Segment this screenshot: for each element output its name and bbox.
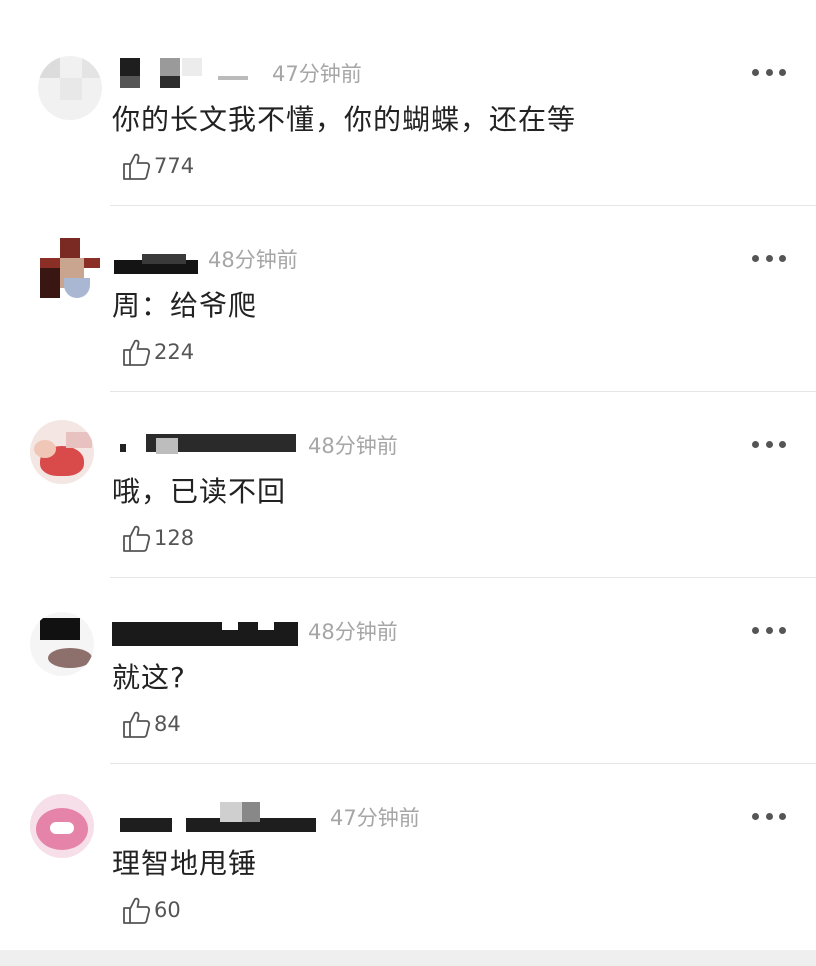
comment-time: 48分钟前 <box>208 248 298 272</box>
more-dots-icon[interactable] <box>752 248 786 268</box>
comment-time: 47分钟前 <box>272 62 362 86</box>
comment-text: 就这? <box>112 661 186 694</box>
comment-item: 47分钟前 理智地甩锤 60 <box>0 764 816 950</box>
avatar[interactable] <box>30 794 94 858</box>
more-dots-icon[interactable] <box>752 620 786 640</box>
thumbs-up-icon <box>123 525 151 552</box>
like-count: 128 <box>154 526 195 550</box>
username-redacted[interactable] <box>112 802 330 832</box>
comment-meta: 48分钟前 <box>112 428 398 462</box>
comment-meta: 47分钟前 <box>112 56 362 90</box>
thumbs-up-icon <box>123 339 151 366</box>
avatar[interactable] <box>30 612 94 676</box>
comment-item: 47分钟前 你的长文我不懂，你的蝴蝶，还在等 774 <box>0 20 816 206</box>
bottom-bar <box>0 950 816 966</box>
like-button[interactable]: 84 <box>120 708 181 740</box>
comment-text: 哦，已读不回 <box>112 475 287 508</box>
like-button[interactable]: 128 <box>120 522 194 554</box>
more-dots-icon[interactable] <box>752 434 786 454</box>
comment-time: 48分钟前 <box>308 434 398 458</box>
like-button[interactable]: 60 <box>120 894 181 926</box>
comment-meta: 48分钟前 <box>112 614 398 648</box>
comment-meta: 47分钟前 <box>112 800 420 834</box>
like-button[interactable]: 224 <box>120 336 194 368</box>
like-count: 224 <box>154 340 195 364</box>
avatar[interactable] <box>30 420 94 484</box>
thumbs-up-icon <box>123 711 151 738</box>
comment-item: 48分钟前 就这? 84 <box>0 578 816 764</box>
comment-text: 周：给爷爬 <box>112 289 258 322</box>
comment-text: 你的长文我不懂，你的蝴蝶，还在等 <box>112 103 577 136</box>
username-redacted[interactable] <box>112 430 308 460</box>
like-count: 774 <box>154 154 195 178</box>
thumbs-up-icon <box>123 153 151 180</box>
comment-time: 47分钟前 <box>330 806 420 830</box>
username-redacted[interactable] <box>112 244 208 274</box>
avatar[interactable] <box>40 238 104 302</box>
like-count: 60 <box>154 898 181 922</box>
comment-meta: 48分钟前 <box>112 242 298 276</box>
comment-time: 48分钟前 <box>308 620 398 644</box>
username-redacted[interactable] <box>112 58 272 88</box>
avatar[interactable] <box>38 56 102 120</box>
like-button[interactable]: 774 <box>120 150 194 182</box>
comment-text: 理智地甩锤 <box>112 847 258 880</box>
comment-item: 48分钟前 哦，已读不回 128 <box>0 392 816 578</box>
more-dots-icon[interactable] <box>752 62 786 82</box>
comment-item: 48分钟前 周：给爷爬 224 <box>0 206 816 392</box>
more-dots-icon[interactable] <box>752 806 786 826</box>
thumbs-up-icon <box>123 897 151 924</box>
like-count: 84 <box>154 712 181 736</box>
username-redacted[interactable] <box>112 616 308 646</box>
